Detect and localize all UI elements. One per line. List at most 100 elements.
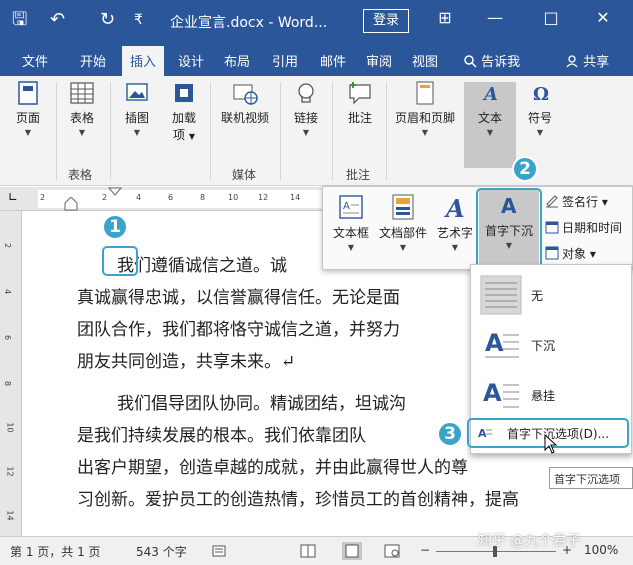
addin-icon (175, 84, 193, 102)
comment-label: 批注 (347, 111, 372, 125)
qa-customize-icon[interactable]: ₹ (134, 9, 143, 31)
doc-line: 团队合作，我们都将恪守诚信之道，并努力 (77, 320, 400, 340)
chevron-down-icon: ▼ (188, 132, 195, 141)
chevron-down-icon: ▼ (24, 128, 32, 137)
save-icon[interactable]: 🖫 (12, 9, 27, 31)
quick-parts-icon (392, 194, 414, 220)
doc-line: 是我们持续发展的根本。我们依靠团队 (77, 426, 366, 446)
svg-text:Ω: Ω (533, 84, 549, 105)
quick-parts-button[interactable]: 文档部件 ▼ (375, 191, 431, 252)
print-layout-icon[interactable] (342, 542, 362, 560)
minimize-button[interactable]: — (480, 8, 510, 27)
tell-me-box[interactable]: 告诉我 (464, 51, 520, 70)
group-separator (56, 82, 57, 180)
header-footer-label: 页眉和页脚 (394, 111, 455, 125)
tab-design[interactable]: 设计 (178, 51, 204, 70)
datetime-button[interactable]: 日期和时间 (545, 219, 622, 236)
zoom-level[interactable]: 100% (584, 543, 618, 557)
quick-parts-label: 文档部件 (378, 226, 427, 240)
link-button[interactable]: 链接 ▼ (288, 80, 324, 137)
dropcap-margin-label: 悬挂 (531, 389, 556, 403)
tab-insert[interactable]: 插入 (122, 46, 165, 76)
ruler-tick: 2 (102, 193, 108, 202)
signature-line-button[interactable]: 签名行 ▾ (545, 193, 608, 210)
vruler-tick: 4 (3, 288, 13, 295)
web-layout-icon[interactable] (384, 544, 400, 558)
read-mode-icon[interactable] (300, 544, 316, 558)
person-icon (566, 55, 578, 68)
tab-file[interactable]: 文件 (22, 51, 48, 70)
header-footer-icon (416, 81, 434, 105)
wordart-button[interactable]: A 艺术字 ▼ (433, 191, 477, 252)
share-button[interactable]: 共享 (566, 51, 609, 70)
page-button[interactable]: 页面 ▼ (10, 80, 46, 137)
dropcap-none-icon (480, 275, 522, 315)
zoom-out-button[interactable]: − (420, 543, 430, 557)
vruler-tick: 10 (5, 422, 15, 433)
close-button[interactable]: ✕ (588, 8, 618, 27)
word-count[interactable]: 543 个字 (136, 543, 187, 560)
table-button[interactable]: 表格 ▼ (62, 80, 102, 137)
signature-label: 签名行 (562, 195, 599, 209)
tell-me-label: 告诉我 (481, 55, 521, 70)
page-count[interactable]: 第 1 页，共 1 页 (10, 543, 101, 560)
table-label: 表格 (69, 111, 94, 125)
text-label: 文本 (477, 111, 502, 125)
tab-review[interactable]: 审阅 (366, 51, 392, 70)
undo-icon[interactable]: ↶ (50, 9, 65, 31)
svg-text:A: A (485, 329, 504, 357)
doc-line: 我们遵循诚信之道。诚 (117, 256, 287, 276)
redo-icon[interactable]: ↻ (100, 9, 115, 31)
step-callout-2: 2 (512, 156, 538, 182)
first-line-indent-icon[interactable] (108, 187, 122, 197)
svg-text:A: A (343, 201, 350, 212)
dropcap-option-none[interactable]: 无 (471, 271, 631, 319)
group-separator (386, 82, 387, 180)
text-button[interactable]: A 文本 ▼ (470, 80, 510, 137)
dropcap-margin-icon: A (483, 379, 519, 408)
proofing-icon[interactable] (212, 545, 226, 557)
chevron-down-icon: ▼ (421, 128, 429, 137)
tab-references[interactable]: 引用 (272, 51, 298, 70)
group-label-comment: 批注 (346, 168, 371, 182)
online-video-label: 联机视频 (220, 111, 269, 125)
dropcap-none-label: 无 (531, 289, 544, 303)
header-footer-button[interactable]: 页眉和页脚 ▼ (390, 80, 460, 137)
object-button[interactable]: 对象 ▾ (545, 245, 596, 262)
textbox-label: 文本框 (332, 226, 369, 240)
maximize-button[interactable]: □ (536, 8, 566, 27)
group-separator (332, 82, 333, 180)
first-char-highlight (102, 246, 138, 276)
ruler-tick: 4 (136, 193, 142, 202)
chevron-down-icon: ▼ (536, 128, 544, 137)
tab-view[interactable]: 视图 (412, 51, 438, 70)
ribbon-display-icon[interactable]: ⊞ (430, 8, 460, 27)
textbox-button[interactable]: A 文本框 ▼ (329, 191, 373, 252)
comment-button[interactable]: 批注 (340, 80, 380, 126)
video-icon (233, 84, 258, 105)
vruler-tick: 14 (5, 510, 15, 521)
link-icon (298, 83, 314, 103)
chevron-down-icon: ▼ (399, 243, 407, 252)
tab-selector-icon[interactable]: ∟ (8, 190, 18, 204)
symbol-button[interactable]: Ω 符号 ▼ (522, 80, 558, 137)
wordart-label: 艺术字 (436, 226, 473, 240)
doc-line: 真诚赢得忠诚，以信誉赢得信任。无论是面 (77, 288, 400, 308)
dropcap-option-dropped[interactable]: A 下沉 (471, 321, 631, 369)
dropcap-option-margin[interactable]: A 悬挂 (471, 371, 631, 419)
tab-home[interactable]: 开始 (80, 51, 106, 70)
illustrations-label: 插图 (124, 111, 149, 125)
vruler-tick: 6 (3, 334, 13, 341)
tab-mailings[interactable]: 邮件 (320, 51, 346, 70)
addins-button[interactable]: 加载 项 ▼ (166, 80, 202, 143)
title-bar: 🖫 ↶ ↻ ₹ 企业宣言.docx - Word... 登录 ⊞ — □ ✕ (0, 0, 633, 42)
chevron-down-icon: ▼ (133, 128, 141, 137)
indent-marker-icon[interactable] (64, 197, 78, 211)
online-video-button[interactable]: 联机视频 (216, 80, 274, 126)
tab-layout[interactable]: 布局 (224, 51, 250, 70)
ruler-tick: 6 (168, 193, 174, 202)
symbol-label: 符号 (527, 111, 552, 125)
illustrations-button[interactable]: 插图 ▼ (118, 80, 156, 137)
doc-line: 朋友共同创造，共享未来。↵ (77, 352, 296, 372)
login-button[interactable]: 登录 (363, 9, 409, 33)
